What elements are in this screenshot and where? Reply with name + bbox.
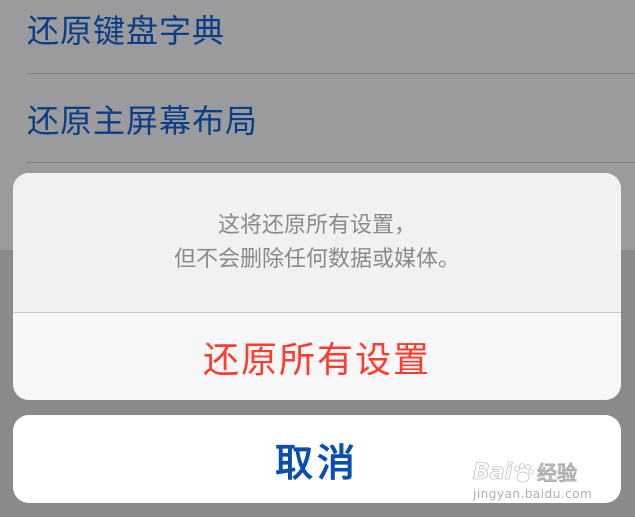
message-line-2: 但不会删除任何数据或媒体。 <box>173 246 460 272</box>
list-item-label: 还原键盘字典 <box>27 12 226 50</box>
reset-all-settings-button[interactable]: 还原所有设置 <box>13 313 621 400</box>
list-item-reset-home-screen-layout: 还原主屏幕布局 <box>27 75 635 163</box>
message-line-1: 这将还原所有设置， <box>217 212 416 238</box>
reset-all-settings-label: 还原所有设置 <box>202 339 431 381</box>
action-sheet: 这将还原所有设置， 但不会删除任何数据或媒体。 还原所有设置 <box>13 173 621 400</box>
list-divider <box>27 73 635 74</box>
list-item-label: 还原主屏幕布局 <box>27 102 259 140</box>
action-sheet-message: 这将还原所有设置， 但不会删除任何数据或媒体。 <box>13 173 621 312</box>
baidu-jingyan-watermark: Bai 经验 jingyan.baidu.com <box>473 457 599 501</box>
svg-text:经验: 经验 <box>537 461 577 485</box>
list-item-reset-keyboard-dictionary: 还原键盘字典 <box>27 0 635 73</box>
watermark-url: jingyan.baidu.com <box>473 487 593 501</box>
baidu-paw-logo-icon: Bai 经验 <box>473 460 577 486</box>
list-divider <box>27 162 635 163</box>
svg-text:Bai: Bai <box>473 460 513 485</box>
cancel-label: 取消 <box>274 440 359 485</box>
